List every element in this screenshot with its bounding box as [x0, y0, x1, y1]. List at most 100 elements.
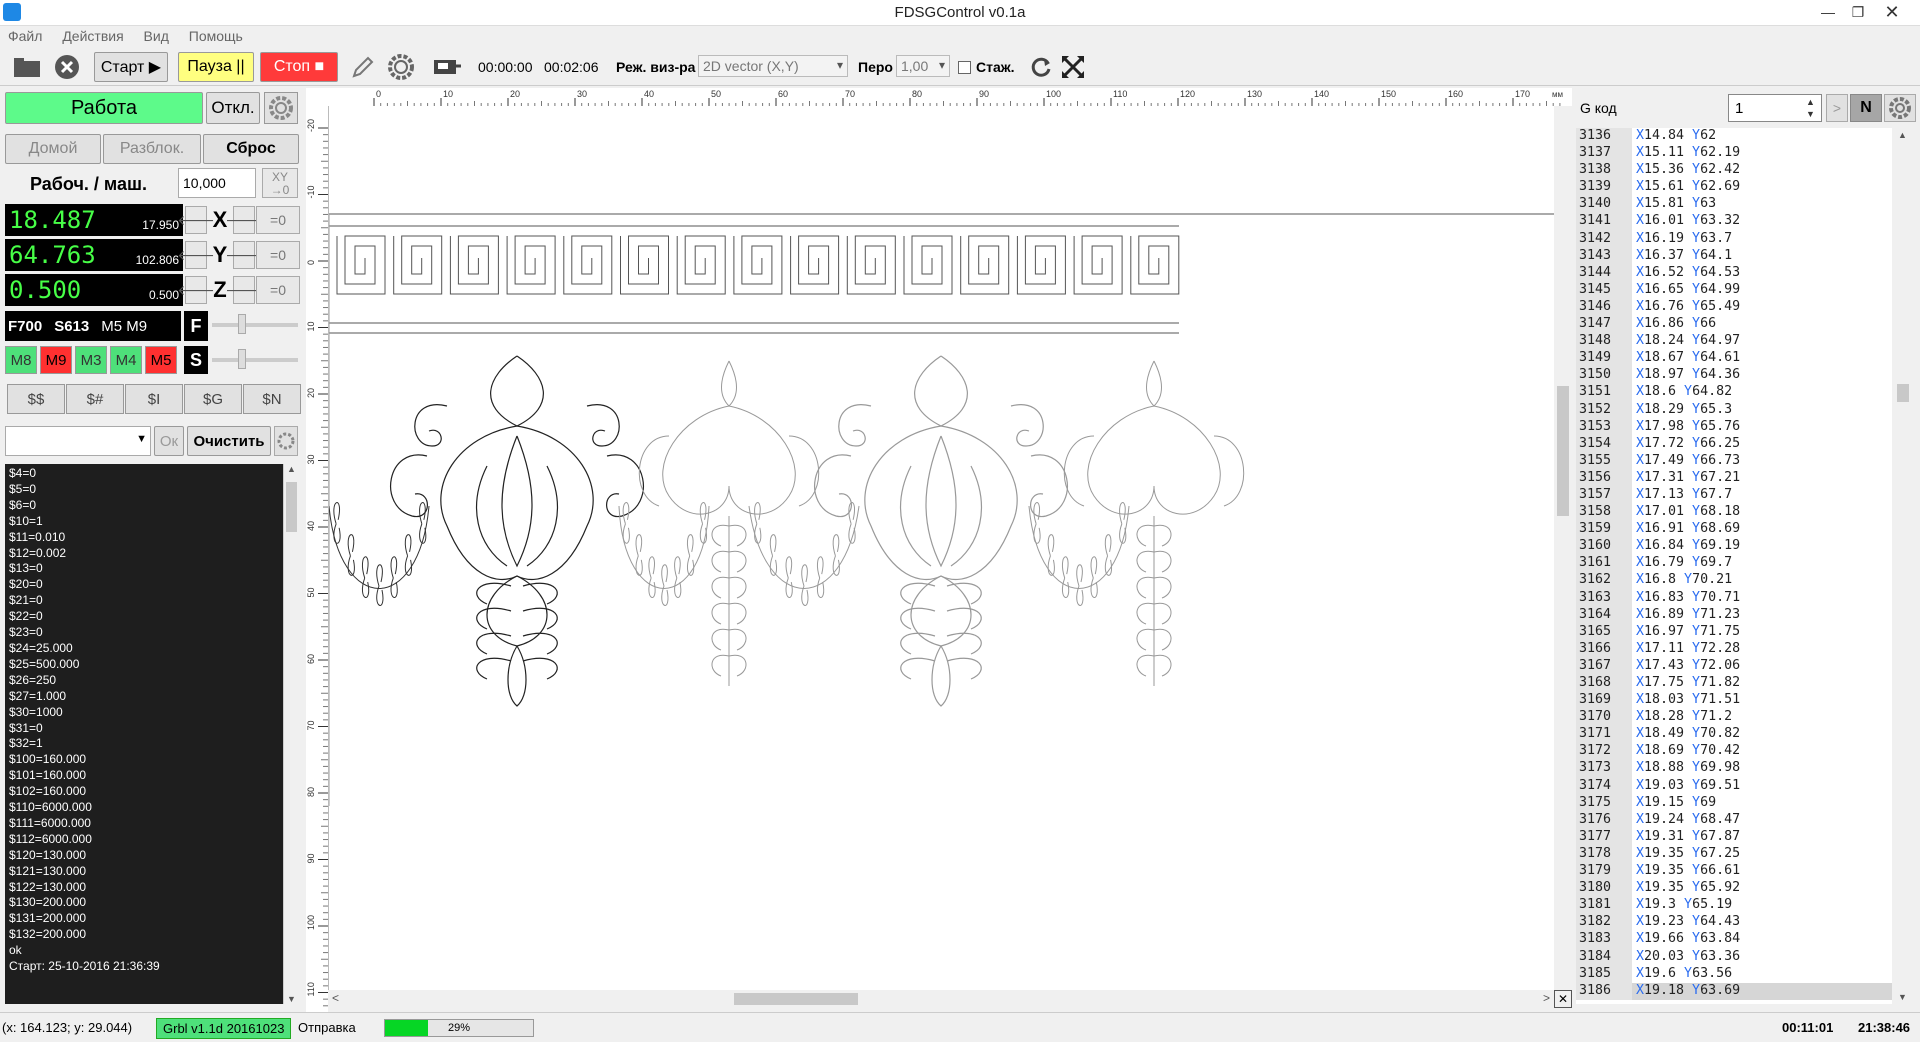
- spindle-slider-handle[interactable]: [238, 349, 246, 369]
- gcode-line[interactable]: 3141 X16.01 Y63.32: [1576, 213, 1892, 231]
- home-button[interactable]: Домой: [5, 134, 101, 164]
- gcode-line[interactable]: 3171 X18.49 Y70.82: [1576, 726, 1892, 744]
- gcode-scroll-thumb[interactable]: [1897, 384, 1909, 402]
- console-scrollbar[interactable]: ▲ ▼: [283, 464, 299, 1004]
- m3-button[interactable]: M3: [75, 346, 107, 374]
- feed-slider-handle[interactable]: [238, 314, 246, 334]
- gcode-line[interactable]: 3144 X16.52 Y64.53: [1576, 264, 1892, 282]
- gcode-line[interactable]: 3152 X18.29 Y65.3: [1576, 401, 1892, 419]
- console-settings-icon[interactable]: [274, 426, 298, 456]
- gcode-line[interactable]: 3174 X19.03 Y69.51: [1576, 777, 1892, 795]
- canvas-vertical-scrollbar[interactable]: [1554, 106, 1572, 990]
- disconnect-button[interactable]: Откл.: [206, 92, 260, 124]
- command-input[interactable]: ▼: [5, 426, 151, 456]
- gcode-settings-icon[interactable]: [1884, 94, 1916, 122]
- gcode-line[interactable]: 3138 X15.36 Y62.42: [1576, 162, 1892, 180]
- z-zero-button[interactable]: =0: [256, 276, 300, 304]
- refresh-icon[interactable]: [1026, 52, 1056, 82]
- pause-button[interactable]: Пауза ||: [178, 52, 254, 82]
- gcode-line[interactable]: 3184 X20.03 Y63.36: [1576, 948, 1892, 966]
- xy-zero-button[interactable]: XY →0: [262, 168, 298, 198]
- gcode-line[interactable]: 3183 X19.66 Y63.84: [1576, 931, 1892, 949]
- parser-state-button[interactable]: $G: [184, 384, 242, 414]
- gcode-line[interactable]: 3165 X16.97 Y71.75: [1576, 623, 1892, 641]
- unlock-button[interactable]: Разблок.: [103, 134, 201, 164]
- x-minus-icon[interactable]: 🡐: [177, 206, 215, 234]
- gcode-line[interactable]: 3178 X19.35 Y67.25: [1576, 845, 1892, 864]
- clear-console-button[interactable]: Очистить: [187, 426, 271, 456]
- reset-button[interactable]: Сброс: [203, 134, 299, 164]
- scale-checkbox[interactable]: [958, 61, 971, 74]
- menu-file[interactable]: Файл: [0, 26, 50, 46]
- gcode-line[interactable]: 3167 X17.43 Y72.06: [1576, 657, 1892, 675]
- offsets-button[interactable]: $#: [66, 384, 124, 414]
- settings-dump-button[interactable]: $$: [7, 384, 65, 414]
- gcode-line[interactable]: 3137 X15.11 Y62.19: [1576, 145, 1892, 163]
- gcode-line[interactable]: 3169 X18.03 Y71.51: [1576, 692, 1892, 710]
- close-icon[interactable]: ✕: [1872, 0, 1912, 24]
- gcode-line[interactable]: 3159 X16.91 Y68.69: [1576, 521, 1892, 539]
- y-minus-icon[interactable]: 🡐: [177, 241, 215, 269]
- menu-view[interactable]: Вид: [136, 26, 177, 46]
- gcode-scrollbar[interactable]: ▲ ▼: [1892, 128, 1916, 1004]
- gcode-line[interactable]: 3145 X16.65 Y64.99: [1576, 281, 1892, 299]
- send-command-button[interactable]: Ок: [154, 426, 184, 456]
- gcode-line[interactable]: 3158 X17.01 Y68.18: [1576, 504, 1892, 522]
- m4-button[interactable]: M4: [110, 346, 142, 374]
- menu-actions[interactable]: Действия: [54, 26, 131, 46]
- jog-step-input[interactable]: 10,000: [178, 168, 256, 198]
- gcode-line[interactable]: 3170 X18.28 Y71.2: [1576, 709, 1892, 727]
- canvas-hscroll-thumb[interactable]: [734, 993, 858, 1005]
- render-mode-select[interactable]: 2D vector (X,Y): [698, 55, 848, 77]
- gcode-listing[interactable]: 3136 X14.84 Y62 3137 X15.11 Y62.19 3138 X15.3…: [1576, 128, 1892, 1004]
- z-minus-icon[interactable]: 🡐: [177, 276, 215, 304]
- gcode-line[interactable]: 3173 X18.88 Y69.98: [1576, 760, 1892, 778]
- gcode-line[interactable]: 3151 X18.6 Y64.82: [1576, 384, 1892, 402]
- gcode-line[interactable]: 3149 X18.67 Y64.61: [1576, 350, 1892, 368]
- canvas-vscroll-thumb[interactable]: [1557, 386, 1569, 516]
- gcode-line[interactable]: 3182 X19.23 Y64.43: [1576, 914, 1892, 932]
- spindle-override-slider[interactable]: [212, 358, 298, 362]
- m8-button[interactable]: M8: [5, 346, 37, 374]
- gcode-line[interactable]: 3157 X17.13 Y67.7: [1576, 486, 1892, 505]
- menu-help[interactable]: Помощь: [181, 26, 251, 46]
- gcode-line[interactable]: 3186 X19.18 Y63.69: [1576, 982, 1892, 1000]
- x-zero-button[interactable]: =0: [256, 206, 300, 234]
- startup-blocks-button[interactable]: $N: [243, 384, 301, 414]
- gcode-line[interactable]: 3172 X18.69 Y70.42: [1576, 743, 1892, 761]
- gcode-line[interactable]: 3139 X15.61 Y62.69: [1576, 179, 1892, 197]
- gcode-line[interactable]: 3168 X17.75 Y71.82: [1576, 675, 1892, 693]
- gcode-line[interactable]: 3176 X19.24 Y68.47: [1576, 811, 1892, 829]
- build-info-button[interactable]: $I: [125, 384, 183, 414]
- gcode-line[interactable]: 3166 X17.11 Y72.28: [1576, 640, 1892, 658]
- gcode-line[interactable]: 3175 X19.15 Y69: [1576, 794, 1892, 812]
- gcode-line[interactable]: 3155 X17.49 Y66.73: [1576, 452, 1892, 470]
- gcode-line[interactable]: 3177 X19.31 Y67.87: [1576, 828, 1892, 846]
- open-folder-icon[interactable]: [12, 52, 42, 82]
- gcode-line[interactable]: 3160 X16.84 Y69.19: [1576, 538, 1892, 556]
- x-plus-icon[interactable]: 🡒: [225, 206, 263, 234]
- gcode-line[interactable]: 3161 X16.79 Y69.7: [1576, 555, 1892, 573]
- gcode-line[interactable]: 3143 X16.37 Y64.1: [1576, 247, 1892, 265]
- gcode-line[interactable]: 3147 X16.86 Y66: [1576, 316, 1892, 334]
- line-spinner-icon[interactable]: ▲ ▼: [1806, 96, 1815, 120]
- gcode-line[interactable]: 3180 X19.35 Y65.92: [1576, 880, 1892, 898]
- drawing-canvas[interactable]: [328, 106, 1555, 990]
- gcode-line[interactable]: 3179 X19.35 Y66.61: [1576, 863, 1892, 881]
- canvas-horizontal-scrollbar[interactable]: < >: [328, 990, 1554, 1008]
- start-button[interactable]: Старт ▶: [94, 52, 168, 82]
- edit-pencil-icon[interactable]: [348, 52, 378, 82]
- gcode-line[interactable]: 3164 X16.89 Y71.23: [1576, 606, 1892, 624]
- command-dropdown-icon[interactable]: ▼: [136, 433, 147, 445]
- gcode-line[interactable]: 3150 X18.97 Y64.36: [1576, 367, 1892, 385]
- m5-button[interactable]: M5: [145, 346, 177, 374]
- line-numbers-toggle[interactable]: N: [1850, 94, 1882, 122]
- gcode-line[interactable]: 3154 X17.72 Y66.25: [1576, 435, 1892, 453]
- close-file-icon[interactable]: [52, 52, 82, 82]
- feed-override-slider[interactable]: [212, 323, 298, 327]
- settings-gear-icon[interactable]: [386, 52, 416, 82]
- machine-icon[interactable]: [432, 52, 462, 82]
- fit-view-icon[interactable]: [1058, 52, 1088, 82]
- fit-canvas-icon[interactable]: ✕: [1554, 990, 1572, 1008]
- gcode-line[interactable]: 3142 X16.19 Y63.7: [1576, 230, 1892, 248]
